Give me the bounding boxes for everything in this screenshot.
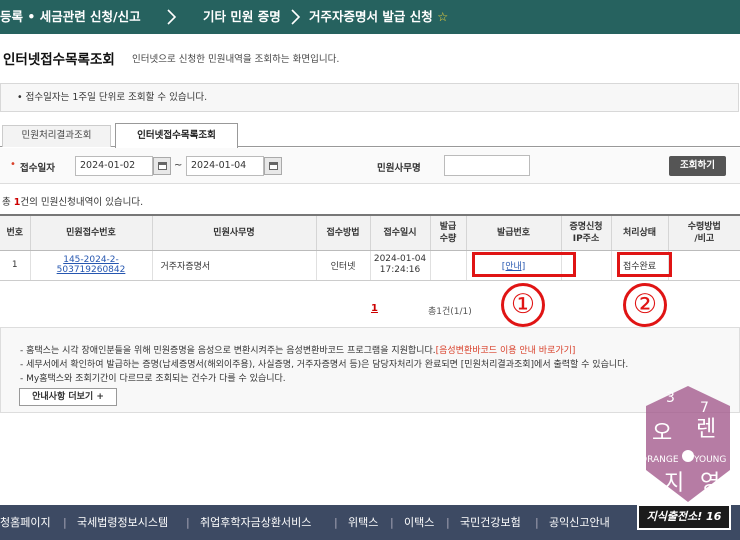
footer-link[interactable]: 국민건강보험 xyxy=(460,505,521,540)
cell-method: 인터넷 xyxy=(315,250,370,281)
end-date-field[interactable]: 2024-01-04 xyxy=(186,156,264,176)
watermark-kor-4: 영 xyxy=(700,471,720,496)
highlight-box-issue-no xyxy=(472,252,576,277)
app-window: 등록 • 세금관련 신청/신고 기타 민원 증명 거주자증명서 발급 신청 ☆ … xyxy=(0,0,740,540)
page-link-current[interactable]: 1 xyxy=(371,303,378,314)
chevron-right-icon xyxy=(165,0,179,34)
office-name-input[interactable] xyxy=(444,155,530,176)
highlight-box-status xyxy=(617,252,672,277)
footer-divider: | xyxy=(186,516,190,529)
cell-date-day: 2024-01-04 xyxy=(373,254,427,264)
footer-link[interactable]: 취업후학자금상환서비스 xyxy=(200,505,311,540)
guide-line-1: - 홈택스는 시각 장애인분들을 위해 민원증명을 음성으로 변환시켜주는 음성… xyxy=(20,343,575,356)
office-name-label: 민원사무명 xyxy=(377,163,421,174)
footer-divider: | xyxy=(63,516,67,529)
cell-office: 거주자증명서 xyxy=(151,250,316,281)
more-guide-button[interactable]: 안내사항 더보기 + xyxy=(19,388,117,406)
cell-receipt-no: 145-2024-2-503719260842 xyxy=(29,250,152,281)
tab-result-lookup[interactable]: 민원처리결과조회 xyxy=(2,125,111,147)
guide-box: - 홈택스는 시각 장애인분들을 위해 민원증명을 음성으로 변환시켜주는 음성… xyxy=(0,327,740,413)
star-icon[interactable]: ☆ xyxy=(437,9,448,24)
tab-internet-receipt-list[interactable]: 인터넷접수목록조회 xyxy=(115,123,238,148)
guide-line-1-text: - 홈택스는 시각 장애인분들을 위해 민원증명을 음성으로 변환시켜주는 음성… xyxy=(20,346,436,356)
footer-links: 청홈페이지 | 국세법령정보시스템 | 취업후학자금상환서비스 | 위택스 | … xyxy=(0,505,740,540)
breadcrumb-item-other-certificates[interactable]: 기타 민원 증명 xyxy=(203,0,281,34)
cell-note xyxy=(667,250,740,281)
cell-no: 1 xyxy=(0,250,30,281)
footer-link[interactable]: 공익신고안내 xyxy=(549,505,610,540)
footer-link[interactable]: 국세법령정보시스템 xyxy=(77,505,168,540)
receipt-no-link[interactable]: 145-2024-2-503719260842 xyxy=(57,255,126,275)
cell-date-time: 17:24:16 xyxy=(379,265,421,275)
watermark-digit-3: 3 xyxy=(666,390,675,406)
calendar-icon[interactable] xyxy=(264,157,282,175)
col-header-office: 민원사무명 xyxy=(151,214,316,251)
col-header-qty: 발급 수량 xyxy=(429,214,466,251)
orange-young-watermark: 3 7 오 렌 ORANGE YOUNG 지 영 xyxy=(640,386,730,502)
guide-line-2: - 세무서에서 확인하여 발급하는 증명(납세증명서(해외이주용), 사실증명,… xyxy=(20,360,629,370)
result-count: 총 1건의 민원신청내역이 있습니다. xyxy=(2,194,143,208)
calendar-icon[interactable] xyxy=(153,157,171,175)
date-range-separator: ~ xyxy=(174,160,183,171)
breadcrumb-current-label: 거주자증명서 발급 신청 xyxy=(309,9,433,24)
col-header-ip: 증명신청 IP주소 xyxy=(560,214,611,251)
guide-line-3: - My홈택스와 조회기간이 다르므로 조회되는 건수가 다를 수 있습니다. xyxy=(20,374,286,384)
watermark-kor-2: 렌 xyxy=(696,417,716,442)
footer-divider: | xyxy=(390,516,394,529)
breadcrumb: 등록 • 세금관련 신청/신고 기타 민원 증명 거주자증명서 발급 신청 ☆ xyxy=(0,0,740,34)
page-title: 인터넷접수목록조회 xyxy=(3,52,115,68)
col-header-method: 접수방법 xyxy=(315,214,370,251)
col-header-date: 접수일시 xyxy=(369,214,430,251)
col-header-receipt-no: 민원접수번호 xyxy=(29,214,152,251)
watermark-digit-7: 7 xyxy=(700,400,709,416)
chevron-right-icon xyxy=(289,0,303,34)
page-info: 총1건(1/1) xyxy=(428,307,472,317)
search-button[interactable]: 조회하기 xyxy=(669,156,726,176)
footer-divider: | xyxy=(334,516,338,529)
required-mark: • xyxy=(10,159,16,170)
result-suffix: 건의 민원신청내역이 있습니다. xyxy=(20,197,144,208)
footer-link[interactable]: 청홈페이지 xyxy=(0,505,51,540)
footer-divider: | xyxy=(535,516,539,529)
watermark-eng-1: ORANGE xyxy=(640,455,679,465)
page-description: 인터넷으로 신청한 민원내역을 조회하는 화면입니다. xyxy=(132,54,340,65)
col-header-no: 번호 xyxy=(0,214,30,251)
cell-date: 2024-01-04 17:24:16 xyxy=(369,250,430,281)
result-prefix: 총 xyxy=(2,197,11,208)
notice-box: • 접수일자는 1주일 단위로 조회할 수 있습니다. xyxy=(0,83,739,112)
voice-barcode-guide-link[interactable]: [음성변환바코드 이용 안내 바로가기] xyxy=(436,346,576,356)
footer-divider: | xyxy=(446,516,450,529)
cell-qty xyxy=(429,250,466,281)
col-header-note: 수령방법 /비고 xyxy=(667,214,740,251)
annotation-circle-2: ② xyxy=(623,283,667,327)
watermark-eng-2: YOUNG xyxy=(693,455,726,465)
annotation-circle-1: ① xyxy=(501,283,545,327)
start-date-field[interactable]: 2024-01-02 xyxy=(75,156,153,176)
watermark-badge: 지식출전소! 16 xyxy=(637,504,731,530)
col-header-issue-no: 발급번호 xyxy=(465,214,561,251)
date-label: 접수일자 xyxy=(20,163,55,174)
col-header-status: 처리상태 xyxy=(610,214,668,251)
watermark-kor-3: 지 xyxy=(664,471,684,496)
table-header-row: 번호 민원접수번호 민원사무명 접수방법 접수일시 발급 수량 발급번호 증명신… xyxy=(0,214,740,251)
footer-link[interactable]: 이택스 xyxy=(404,505,434,540)
breadcrumb-item-registration[interactable]: 등록 • 세금관련 신청/신고 xyxy=(0,0,141,34)
watermark-kor-1: 오 xyxy=(652,421,672,446)
footer-link[interactable]: 위택스 xyxy=(348,505,378,540)
tab-bar: 민원처리결과조회 인터넷접수목록조회 xyxy=(0,123,740,148)
breadcrumb-item-residence-certificate[interactable]: 거주자증명서 발급 신청 ☆ xyxy=(309,0,448,34)
